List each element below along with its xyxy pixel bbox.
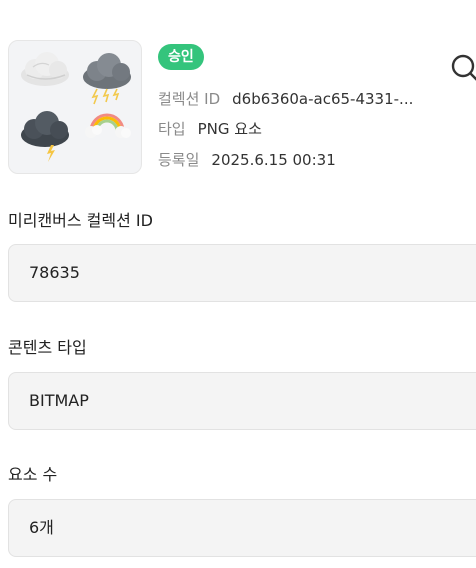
- registered-label: 등록일: [158, 151, 200, 169]
- miricanvas-collection-id-value: 78635: [29, 263, 80, 282]
- registered-value: 2025.6.15 00:31: [211, 151, 336, 169]
- content-type-value: BITMAP: [29, 391, 89, 410]
- collection-id-row: 컬렉션 ID d6b6360a-ac65-4331-...: [158, 89, 413, 109]
- content-type-field[interactable]: BITMAP: [8, 372, 476, 430]
- collection-detail-panel: 승인 컬렉션 ID d6b6360a-ac65-4331-... 타입 PNG 요소…: [0, 0, 476, 568]
- element-count-value: 6개: [29, 518, 54, 537]
- search-icon: [451, 54, 476, 81]
- element-count-label: 요소 수: [8, 465, 58, 484]
- collection-id-label: 컬렉션 ID: [158, 90, 221, 108]
- type-label: 타입: [158, 120, 186, 138]
- search-button[interactable]: [448, 52, 476, 82]
- collection-id-value: d6b6360a-ac65-4331-...: [232, 90, 414, 108]
- lightning-cloud-icon: [21, 111, 69, 162]
- content-type-label: 콘텐츠 타입: [8, 338, 87, 357]
- registered-row: 등록일 2025.6.15 00:31: [158, 150, 336, 170]
- type-value: PNG 요소: [197, 120, 262, 138]
- type-row: 타입 PNG 요소: [158, 119, 262, 139]
- miricanvas-collection-id-label: 미리캔버스 컬렉션 ID: [8, 211, 153, 230]
- status-badge: 승인: [158, 44, 204, 70]
- miricanvas-collection-id-field[interactable]: 78635: [8, 244, 476, 302]
- storm-cloud-icon: [83, 53, 131, 105]
- element-count-field[interactable]: 6개: [8, 499, 476, 557]
- collection-thumbnail[interactable]: [8, 40, 142, 174]
- rainbow-cloud-icon: [85, 113, 131, 138]
- cloud-icon: [21, 52, 69, 86]
